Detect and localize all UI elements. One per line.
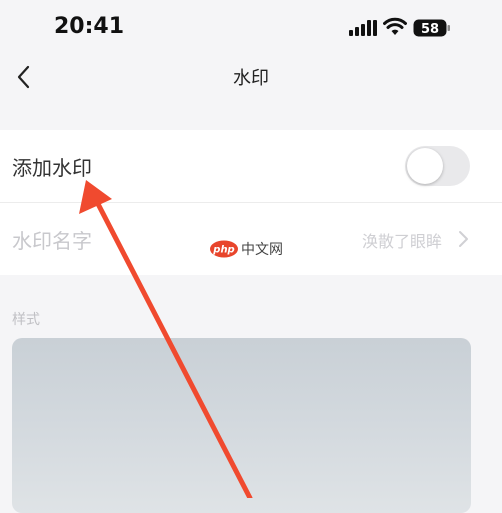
status-time: 20:41 <box>54 14 125 39</box>
php-cn-watermark-logo: php 中文网 <box>210 240 283 258</box>
chevron-right-icon <box>459 231 468 247</box>
cellular-signal-icon <box>349 20 377 36</box>
watermark-style-preview[interactable] <box>12 338 471 513</box>
battery-icon: 58 <box>413 19 450 37</box>
add-watermark-label: 添加水印 <box>12 156 92 180</box>
watermark-name-label: 水印名字 <box>12 229 92 253</box>
page-title: 水印 <box>233 68 269 89</box>
logo-mark: php <box>212 245 234 256</box>
wifi-icon <box>383 17 407 35</box>
logo-text: 中文网 <box>241 242 283 258</box>
style-section-label: 样式 <box>12 312 40 328</box>
add-watermark-toggle[interactable] <box>405 146 470 186</box>
navigation-bar: 水印 <box>0 48 502 106</box>
toggle-knob <box>407 148 443 184</box>
add-watermark-row: 添加水印 <box>0 130 502 203</box>
watermark-name-value: 涣散了眼眸 <box>361 232 442 251</box>
battery-level: 58 <box>421 22 439 37</box>
